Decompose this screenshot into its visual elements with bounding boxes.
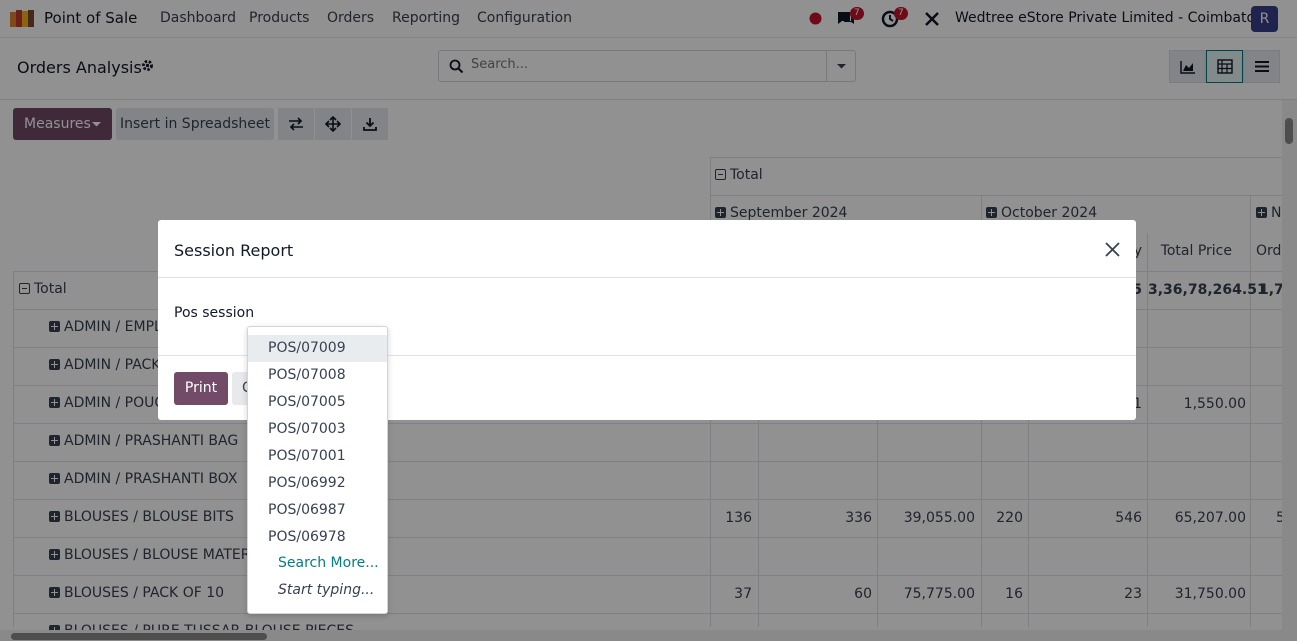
dropdown-option[interactable]: POS/07003 — [248, 416, 387, 443]
pos-session-dropdown: POS/07009 POS/07008 POS/07005 POS/07003 … — [247, 326, 388, 614]
dropdown-option[interactable]: POS/07009 — [248, 335, 387, 362]
dropdown-option[interactable]: POS/06978 — [248, 524, 387, 551]
pos-session-label: Pos session — [174, 305, 255, 321]
start-typing-hint: Start typing... — [278, 582, 375, 598]
dialog-title: Session Report — [174, 241, 294, 260]
dropdown-option[interactable]: POS/07005 — [248, 389, 387, 416]
search-more-link[interactable]: Search More... — [278, 555, 379, 571]
dropdown-option[interactable]: POS/07001 — [248, 443, 387, 470]
dropdown-option[interactable]: POS/06992 — [248, 470, 387, 497]
print-button[interactable]: Print — [174, 372, 228, 405]
dialog-header-divider — [158, 277, 1136, 278]
dropdown-option[interactable]: POS/06987 — [248, 497, 387, 524]
close-icon[interactable] — [1104, 241, 1121, 258]
dropdown-option[interactable]: POS/07008 — [248, 362, 387, 389]
